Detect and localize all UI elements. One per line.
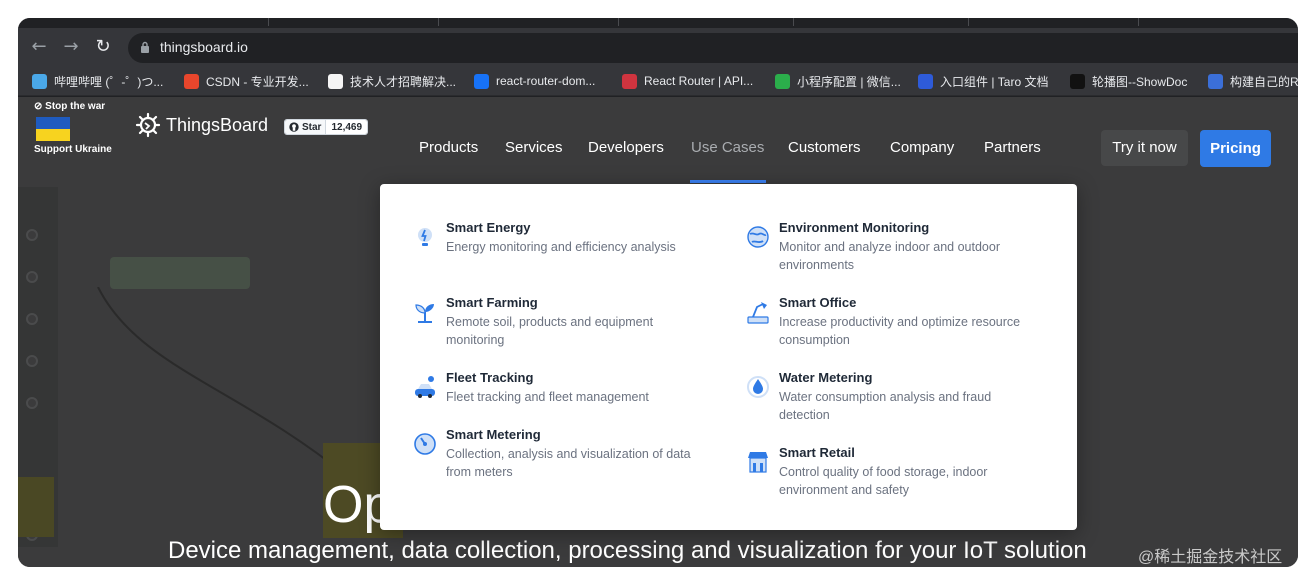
- layers-icon: [1208, 73, 1223, 89]
- use-case-title: Smart Office: [779, 295, 857, 310]
- logo-text: ThingsBoard: [166, 114, 269, 135]
- nav-item-services[interactable]: Services: [505, 139, 563, 156]
- use-cases-dropdown: Smart Energy Energy monitoring and effici…: [380, 184, 1077, 530]
- use-case-description: Remote soil, products and equipment moni…: [446, 315, 654, 347]
- nav-item-developers[interactable]: Developers: [588, 139, 664, 156]
- gauge-icon: [414, 433, 436, 455]
- browser-window: ← → ↻ thingsboard.io 哔哩哔哩 (゜-゜)つ... CSDN …: [18, 18, 1298, 567]
- bookmark-item[interactable]: 入口组件 | Taro 文档: [918, 72, 1048, 90]
- csdn-icon: [184, 73, 199, 89]
- bookmark-item[interactable]: 小程序配置 | 微信...: [775, 72, 901, 90]
- ukraine-banner[interactable]: ⊘ Stop the war Support Ukraine: [34, 101, 124, 155]
- use-case-description: Increase productivity and optimize resou…: [779, 315, 1021, 347]
- bookmark-label: 技术人才招聘解决...: [350, 74, 457, 89]
- background-block: [18, 477, 54, 537]
- use-case-title: Smart Energy: [446, 220, 531, 235]
- nav-item-products[interactable]: Products: [419, 139, 478, 156]
- bookmark-item[interactable]: 哔哩哔哩 (゜-゜)つ...: [32, 72, 163, 90]
- use-case-description: Collection, analysis and visualization o…: [446, 447, 691, 479]
- github-star-label: Star: [285, 120, 326, 134]
- tab-strip: [18, 18, 1298, 28]
- use-case-item[interactable]: Smart Metering Collection, analysis and v…: [412, 427, 712, 487]
- car-location-icon: [415, 376, 435, 398]
- thingsboard-logo-icon: [135, 112, 161, 138]
- reload-icon[interactable]: ↻: [92, 36, 114, 58]
- active-nav-underline: [690, 180, 766, 183]
- desk-lamp-icon: [747, 302, 769, 324]
- bookmark-label: 小程序配置 | 微信...: [797, 74, 901, 89]
- hero-subtitle: Device management, data collection, proc…: [168, 537, 1087, 564]
- wechat-icon: [775, 73, 790, 89]
- bookmark-label: 入口组件 | Taro 文档: [940, 74, 1049, 89]
- lock-icon: [141, 41, 149, 53]
- use-case-title: Fleet Tracking: [446, 370, 534, 385]
- support-ukraine-text: Support Ukraine: [34, 144, 112, 155]
- forward-arrow-icon[interactable]: →: [60, 36, 82, 58]
- use-case-item[interactable]: Smart Farming Remote soil, products and e…: [412, 295, 712, 355]
- watermark-text: @稀土掘金技术社区: [1138, 549, 1283, 566]
- nav-item-company[interactable]: Company: [890, 139, 954, 156]
- bookmark-item[interactable]: 构建自己的R: [1208, 72, 1298, 90]
- bilibili-icon: [32, 73, 47, 89]
- water-drop-icon: [747, 376, 769, 398]
- react-router-icon: [622, 73, 637, 89]
- use-case-title: Environment Monitoring: [779, 220, 930, 235]
- site-logo[interactable]: ThingsBoard: [134, 111, 268, 139]
- nav-item-partners[interactable]: Partners: [984, 139, 1041, 156]
- bookmark-label: CSDN - 专业开发...: [206, 74, 309, 89]
- use-case-item[interactable]: Smart Energy Energy monitoring and effici…: [412, 220, 712, 280]
- lightbulb-icon: [418, 228, 432, 246]
- try-it-now-button[interactable]: Try it now: [1101, 130, 1188, 166]
- use-case-description: Energy monitoring and efficiency analysi…: [446, 240, 676, 254]
- use-case-title: Smart Metering: [446, 427, 541, 442]
- bookmark-item[interactable]: React Router | API...: [622, 72, 753, 90]
- taro-icon: [918, 73, 933, 89]
- nav-item-customers[interactable]: Customers: [788, 139, 861, 156]
- github-icon: [289, 122, 299, 132]
- bookmark-item[interactable]: CSDN - 专业开发...: [184, 72, 309, 90]
- pricing-button[interactable]: Pricing: [1200, 130, 1271, 167]
- bookmark-label: react-router-dom...: [496, 74, 596, 88]
- use-case-description: Monitor and analyze indoor and outdoor e…: [779, 240, 1000, 272]
- sprout-icon: [415, 304, 434, 323]
- stop-war-text: ⊘ Stop the war: [34, 101, 106, 112]
- use-case-item[interactable]: Environment Monitoring Monitor and analyz…: [745, 220, 1045, 280]
- use-case-item[interactable]: Smart Office Increase productivity and op…: [745, 295, 1045, 355]
- use-case-item[interactable]: Fleet Tracking Fleet tracking and fleet m…: [412, 370, 712, 430]
- use-case-description: Control quality of food storage, indoor …: [779, 465, 988, 497]
- background-node: [110, 257, 250, 289]
- bookmark-item[interactable]: react-router-dom...: [474, 72, 595, 90]
- store-icon: [748, 452, 768, 473]
- bookmark-label: 哔哩哔哩 (゜-゜)つ...: [54, 74, 164, 89]
- use-case-description: Fleet tracking and fleet management: [446, 390, 649, 404]
- back-arrow-icon[interactable]: ←: [28, 36, 50, 58]
- address-bar[interactable]: thingsboard.io: [128, 33, 1298, 63]
- github-star-button[interactable]: Star 12,469: [284, 119, 369, 135]
- zhihu-icon: [474, 73, 489, 89]
- use-case-item[interactable]: Smart Retail Control quality of food stor…: [745, 445, 1045, 505]
- bookmark-label: 构建自己的R: [1230, 74, 1298, 89]
- use-case-title: Water Metering: [779, 370, 873, 385]
- use-case-title: Smart Retail: [779, 445, 855, 460]
- bookmark-label: 轮播图--ShowDoc: [1092, 74, 1188, 89]
- page-viewport: Op Device management, data collection, p…: [18, 97, 1298, 567]
- github-star-count: 12,469: [325, 120, 368, 134]
- bookmark-item[interactable]: 轮播图--ShowDoc: [1070, 72, 1187, 90]
- showdoc-icon: [1070, 73, 1085, 89]
- nav-item-use-cases[interactable]: Use Cases: [691, 139, 764, 156]
- browser-toolbar: ← → ↻ thingsboard.io: [18, 28, 1298, 66]
- use-case-title: Smart Farming: [446, 295, 538, 310]
- bookmarks-bar: 哔哩哔哩 (゜-゜)つ... CSDN - 专业开发... 技术人才招聘解决... r…: [18, 66, 1298, 96]
- use-case-description: Water consumption analysis and fraud det…: [779, 390, 992, 422]
- bookmark-label: React Router | API...: [644, 74, 754, 88]
- url-text: thingsboard.io: [160, 39, 248, 55]
- globe-icon: [747, 226, 769, 248]
- recruit-icon: [328, 73, 343, 89]
- bookmark-item[interactable]: 技术人才招聘解决...: [328, 72, 456, 90]
- use-case-item[interactable]: Water Metering Water consumption analysis…: [745, 370, 1045, 430]
- ukraine-flag-icon: [36, 117, 70, 141]
